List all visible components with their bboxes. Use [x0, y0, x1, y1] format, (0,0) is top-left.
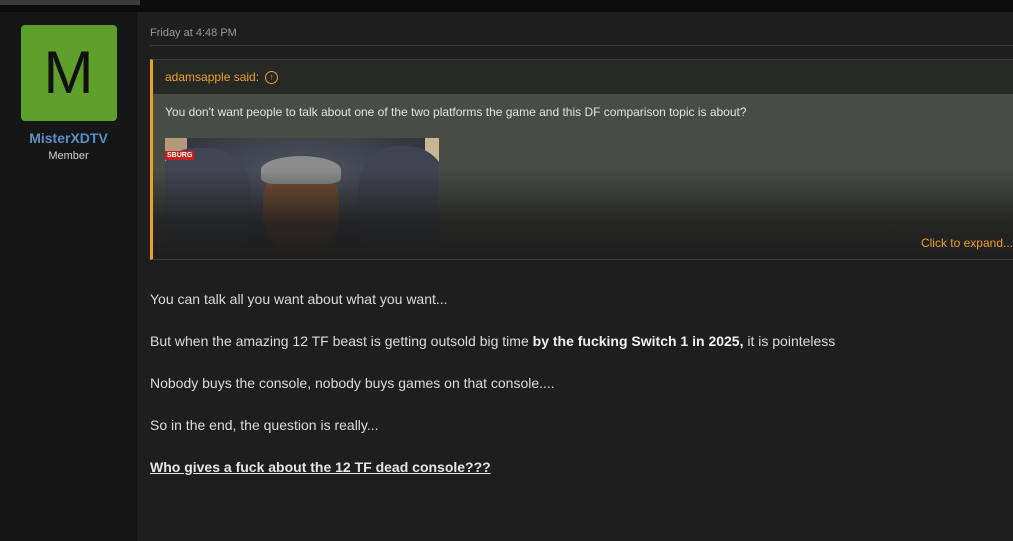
- message-bold-text: by the fucking Switch 1 in 2025,: [532, 333, 744, 349]
- message-line: But when the amazing 12 TF beast is gett…: [150, 332, 1010, 350]
- top-tab-strip: [0, 0, 140, 5]
- message-link[interactable]: Who gives a fuck about the 12 TF dead co…: [150, 459, 491, 475]
- avatar[interactable]: M: [20, 25, 117, 121]
- top-bar: [0, 0, 1013, 12]
- quote-author-name: adamsapple said:: [165, 70, 260, 84]
- quote-fade-overlay: [153, 170, 1013, 259]
- message-text: But when the amazing 12 TF beast is gett…: [150, 333, 533, 349]
- quote-text: You don't want people to talk about one …: [165, 105, 747, 119]
- header-divider: [150, 45, 1013, 46]
- username-link[interactable]: MisterXDTV: [29, 130, 108, 146]
- post-user-panel: M MisterXDTV Member: [0, 12, 137, 541]
- post-message: You can talk all you want about what you…: [150, 290, 1010, 500]
- message-line: You can talk all you want about what you…: [150, 291, 448, 307]
- post-date-link[interactable]: Friday at 4:48 PM: [150, 27, 237, 39]
- quote-block: adamsapple said: ↑ You don't want people…: [150, 59, 1013, 260]
- forum-post: M MisterXDTV Member Friday at 4:48 PM ad…: [0, 12, 1013, 541]
- message-line: Who gives a fuck about the 12 TF dead co…: [150, 458, 1010, 476]
- user-title: Member: [48, 150, 89, 162]
- arrow-up-circle-icon[interactable]: ↑: [265, 70, 279, 84]
- avatar-letter: M: [43, 39, 94, 106]
- quote-header: [153, 60, 1013, 94]
- message-text: it is pointeless: [743, 333, 836, 349]
- message-line: Nobody buys the console, nobody buys gam…: [150, 375, 555, 391]
- message-line: So in the end, the question is really...: [150, 417, 379, 433]
- quote-author-link[interactable]: adamsapple said: ↑: [165, 70, 279, 84]
- post-content: Friday at 4:48 PM adamsapple said: ↑ You…: [137, 12, 1013, 541]
- click-to-expand-link[interactable]: Click to expand...: [921, 236, 1013, 250]
- image-news-tag: SBURG: [165, 151, 195, 160]
